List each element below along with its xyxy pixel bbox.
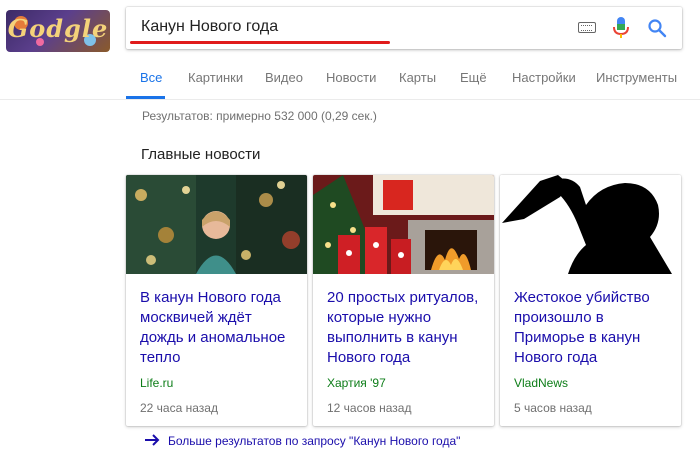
news-card-source: Хартия '97	[327, 376, 386, 390]
tab-news[interactable]: Новости	[326, 70, 376, 85]
news-card-source: Life.ru	[140, 376, 174, 390]
more-news-link[interactable]: Больше результатов по запросу "Канун Нов…	[168, 434, 460, 448]
doodle-lettering: Godgle	[7, 14, 109, 43]
search-tabs: Все Картинки Видео Новости Карты Ещё Нас…	[126, 62, 700, 100]
google-doodle-logo[interactable]: Godgle	[6, 10, 110, 52]
news-card-time: 5 часов назад	[514, 401, 592, 415]
news-card[interactable]: В канун Нового года москвичей ждёт дождь…	[126, 175, 307, 426]
news-card-time: 12 часов назад	[327, 401, 412, 415]
search-icon[interactable]	[647, 18, 667, 38]
news-thumbnail	[126, 175, 307, 274]
mic-icon[interactable]	[612, 16, 630, 40]
top-stories-heading: Главные новости	[141, 146, 261, 163]
tab-images[interactable]: Картинки	[188, 70, 243, 85]
tab-video[interactable]: Видео	[265, 70, 303, 85]
search-box[interactable]: Канун Нового года	[126, 7, 682, 49]
news-card[interactable]: Жестокое убийство произошло в Приморье в…	[500, 175, 681, 426]
tab-all[interactable]: Все	[140, 70, 162, 85]
keyboard-icon[interactable]	[578, 22, 596, 33]
tab-maps[interactable]: Карты	[399, 70, 436, 85]
news-card-time: 22 часа назад	[140, 401, 218, 415]
query-underline	[130, 41, 390, 44]
news-card-title[interactable]: В канун Нового года москвичей ждёт дождь…	[140, 288, 298, 368]
news-thumbnail	[500, 175, 681, 274]
tab-tools[interactable]: Инструменты	[596, 70, 677, 85]
news-card[interactable]: 20 простых ритуалов, которые нужно выпол…	[313, 175, 494, 426]
tab-settings[interactable]: Настройки	[512, 70, 576, 85]
news-card-title[interactable]: Жестокое убийство произошло в Приморье в…	[514, 288, 672, 368]
news-card-title[interactable]: 20 простых ритуалов, которые нужно выпол…	[327, 288, 485, 368]
arrow-right-icon[interactable]	[144, 434, 160, 446]
results-stats: Результатов: примерно 532 000 (0,29 сек.…	[142, 109, 377, 123]
news-thumbnail	[313, 175, 494, 274]
active-tab-indicator	[126, 96, 165, 99]
header: Godgle Канун Нового года Все Картинки Ви…	[0, 0, 700, 100]
tab-more[interactable]: Ещё	[460, 70, 487, 85]
news-card-source: VladNews	[514, 376, 569, 390]
search-input[interactable]: Канун Нового года	[141, 18, 278, 36]
